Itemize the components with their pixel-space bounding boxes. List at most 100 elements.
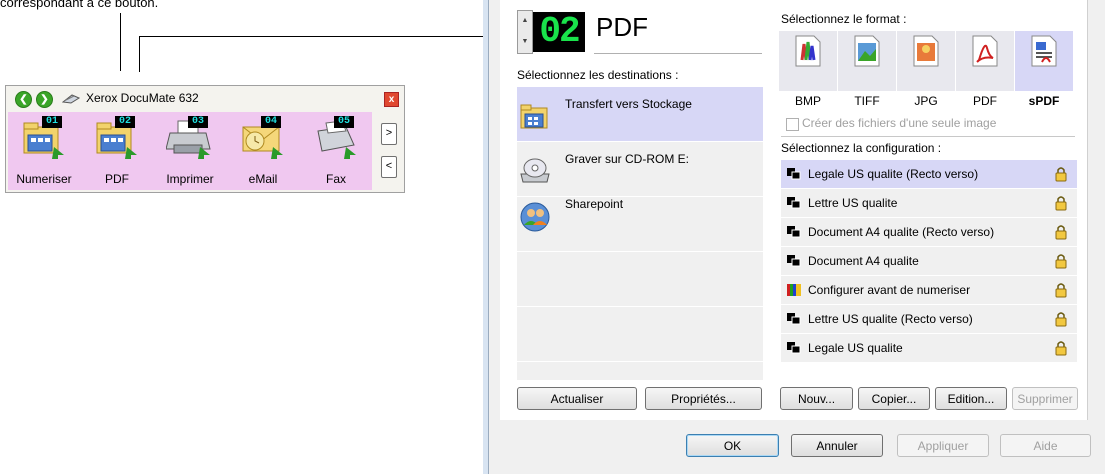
destination-label: Transfert vers Stockage	[565, 97, 692, 111]
button-number: 03	[188, 116, 208, 128]
scanner-config-icon	[787, 226, 801, 238]
format-tile-spdf[interactable]	[1015, 31, 1074, 91]
config-item-label: Lettre US qualite	[808, 196, 898, 210]
forward-arrow-icon[interactable]: ❯	[36, 91, 53, 108]
connector-line-horizontal	[139, 36, 515, 37]
config-item-label: Document A4 qualite	[808, 254, 919, 268]
color-settings-icon	[787, 284, 801, 296]
config-item-label: Legale US qualite	[808, 341, 903, 355]
button-number-spinner[interactable]: ▲ ▼	[517, 10, 533, 54]
format-selector	[779, 31, 1075, 91]
format-label-jpg: JPG	[914, 94, 938, 108]
format-tile-jpg[interactable]	[897, 31, 956, 91]
bmp-file-icon	[795, 35, 821, 67]
scanner-config-icon	[787, 168, 801, 180]
onetouch-titlebar: ❮ ❯ Xerox DocuMate 632 x	[6, 86, 404, 112]
format-tile-bmp[interactable]	[779, 31, 838, 91]
config-item-label: Configurer avant de numeriser	[808, 283, 971, 297]
sharepoint-icon	[520, 202, 550, 232]
scanner-config-icon	[787, 197, 801, 209]
scanner-config-icon	[787, 342, 801, 354]
edit-config-button[interactable]: Edition...	[935, 387, 1007, 410]
next-panel-button[interactable]: >	[381, 123, 397, 145]
button-number: 05	[334, 116, 354, 128]
jpg-file-icon	[913, 35, 939, 67]
format-label-spdf: sPDF	[1028, 94, 1060, 108]
format-label: Sélectionnez le format :	[781, 12, 907, 26]
close-icon[interactable]: x	[384, 92, 399, 107]
destination-label: Graver sur CD-ROM E:	[565, 152, 690, 166]
spinner-up-icon[interactable]: ▲	[518, 11, 532, 32]
dialog-frame-border	[483, 0, 489, 474]
onetouch-button-fax[interactable]: 05 Fax	[300, 112, 372, 190]
button-name-title: PDF	[596, 12, 648, 42]
lock-icon	[1055, 225, 1067, 240]
single-image-checkbox[interactable]	[786, 118, 799, 131]
properties-button[interactable]: Propriétés...	[645, 387, 762, 410]
onetouch-title: Xerox DocuMate 632	[86, 91, 199, 105]
button-label: Imprimer	[166, 172, 214, 186]
format-tile-tiff[interactable]	[838, 31, 897, 91]
caption-text: correspondant à ce bouton.	[0, 0, 159, 10]
lock-icon	[1055, 312, 1067, 327]
format-label-pdf: PDF	[973, 94, 997, 108]
config-item[interactable]: Document A4 qualite	[781, 247, 1077, 276]
format-divider	[781, 136, 1075, 137]
onetouch-button-numeriser[interactable]: 01 Numeriser	[8, 112, 80, 190]
config-item[interactable]: Configurer avant de numeriser	[781, 276, 1077, 305]
scanner-config-icon	[787, 313, 801, 325]
config-label: Sélectionnez la configuration :	[781, 141, 942, 155]
destination-item-cdrom[interactable]: Graver sur CD-ROM E:	[517, 142, 763, 197]
destination-item-stockage[interactable]: Transfert vers Stockage	[517, 87, 763, 142]
config-item[interactable]: Legale US qualite (Recto verso)	[781, 160, 1077, 189]
scanner-icon	[62, 94, 80, 104]
destinations-label: Sélectionnez les destinations :	[517, 68, 679, 82]
format-label-bmp: BMP	[794, 94, 821, 108]
cancel-button[interactable]: Annuler	[791, 434, 883, 457]
onetouch-button-area: 01 Numeriser 02 PDF 03 Imprimer 04 eMail…	[8, 112, 372, 190]
button-label: Fax	[325, 172, 346, 186]
single-image-label: Créer des fichiers d'une seule image	[802, 116, 997, 130]
refresh-button[interactable]: Actualiser	[517, 387, 637, 410]
tiff-file-icon	[854, 35, 880, 67]
new-config-button[interactable]: Nouv...	[780, 387, 853, 410]
lock-icon	[1055, 341, 1067, 356]
connector-line-vertical-2	[139, 36, 140, 72]
button-number: 04	[261, 116, 281, 128]
connector-line-vertical-1	[120, 13, 121, 71]
button-label: Numeriser	[16, 172, 72, 186]
cd-drive-icon	[520, 158, 550, 183]
button-number: 02	[115, 116, 135, 128]
title-underline	[594, 53, 762, 54]
config-item[interactable]: Document A4 qualite (Recto verso)	[781, 218, 1077, 247]
back-arrow-icon[interactable]: ❮	[15, 91, 32, 108]
onetouch-button-pdf[interactable]: 02 PDF	[81, 112, 153, 190]
folder-icon	[520, 104, 548, 129]
button-number-display: 02	[533, 12, 585, 52]
lock-icon	[1055, 167, 1067, 182]
delete-config-button[interactable]: Supprimer	[1012, 387, 1078, 410]
onetouch-panel: ❮ ❯ Xerox DocuMate 632 x 01 Numeriser 02…	[5, 85, 405, 193]
apply-button[interactable]: Appliquer	[897, 434, 989, 457]
onetouch-button-imprimer[interactable]: 03 Imprimer	[154, 112, 226, 190]
config-item[interactable]: Lettre US qualite (Recto verso)	[781, 305, 1077, 334]
help-button[interactable]: Aide	[1000, 434, 1091, 457]
lock-icon	[1055, 196, 1067, 211]
button-label: PDF	[105, 172, 129, 186]
lock-icon	[1055, 283, 1067, 298]
destination-empty-row	[517, 307, 763, 362]
onetouch-button-email[interactable]: 04 eMail	[227, 112, 299, 190]
config-item-label: Lettre US qualite (Recto verso)	[808, 312, 973, 326]
config-item[interactable]: Lettre US qualite	[781, 189, 1077, 218]
ok-button[interactable]: OK	[686, 434, 779, 457]
lock-icon	[1055, 254, 1067, 269]
config-item[interactable]: Legale US qualite	[781, 334, 1077, 363]
destination-item-sharepoint[interactable]: Sharepoint	[517, 197, 763, 252]
spdf-file-icon	[1031, 35, 1057, 67]
destinations-list: Transfert vers Stockage Graver sur CD-RO…	[517, 87, 763, 380]
format-label-tiff: TIFF	[854, 94, 880, 108]
copy-config-button[interactable]: Copier...	[858, 387, 930, 410]
prev-panel-button[interactable]: <	[381, 156, 397, 178]
spinner-down-icon[interactable]: ▼	[518, 32, 532, 53]
format-tile-pdf[interactable]	[956, 31, 1015, 91]
